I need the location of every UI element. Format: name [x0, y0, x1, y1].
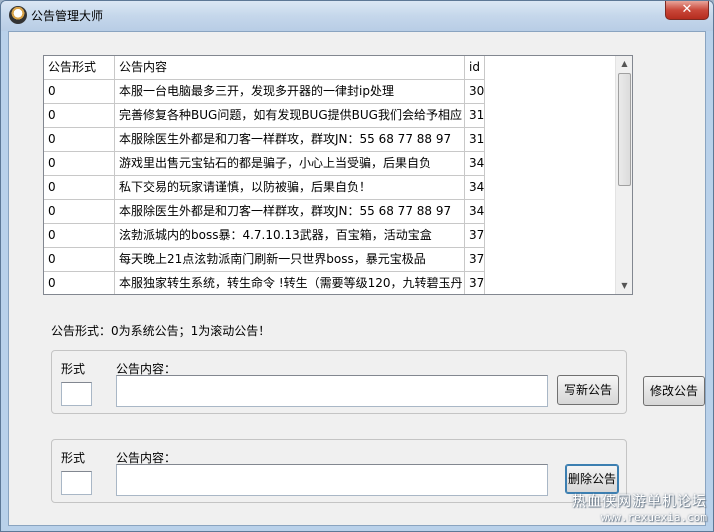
table-row[interactable]: 0 本服一台电脑最多三开，发现多开器的一律封ip处理 30: [44, 80, 485, 104]
cell-content[interactable]: 私下交易的玩家请谨慎，以防被骗，后果自负！: [115, 176, 465, 200]
title-bar[interactable]: 公告管理大师 ✕: [1, 1, 713, 31]
cell-content[interactable]: 本服独家转生系统，转生命令 !转生（需要等级120，九转碧玉丹: [115, 272, 465, 294]
cell-content[interactable]: 本服除医生外都是和刀客一样群攻，群攻JN：55 68 77 88 97: [115, 200, 465, 224]
edit-group: 形式 公告内容： 写新公告: [51, 350, 627, 414]
table-row[interactable]: 0 本服除医生外都是和刀客一样群攻，群攻JN：55 68 77 88 97 34: [44, 200, 485, 224]
table-vertical-scrollbar[interactable]: ▲ ▼: [615, 56, 632, 294]
watermark-title: 热血侠网游单机论坛: [572, 494, 707, 510]
scroll-down-arrow-icon[interactable]: ▼: [617, 278, 632, 294]
cell-content[interactable]: 游戏里出售元宝钻石的都是骗子，小心上当受骗，后果自负: [115, 152, 465, 176]
window-title: 公告管理大师: [31, 9, 104, 23]
content-input-delete[interactable]: [116, 464, 548, 496]
cell-type[interactable]: 0: [44, 128, 115, 152]
table-empty-area: [485, 56, 615, 294]
cell-content[interactable]: 每天晚上21点泫勃派南门刷新一只世界boss，暴元宝极品: [115, 248, 465, 272]
table-row[interactable]: 0 完善修复各种BUG问题，如有发现BUG提供BUG我们会给予相应 31: [44, 104, 485, 128]
table-row[interactable]: 0 本服独家转生系统，转生命令 !转生（需要等级120，九转碧玉丹 37: [44, 272, 485, 294]
watermark-url: www.rexuexia.com: [601, 511, 707, 524]
cell-id[interactable]: 30: [465, 80, 485, 104]
column-header-id[interactable]: id: [465, 56, 485, 80]
app-window: 公告管理大师 ✕ 公告形式 公告内容 id 0 本服一台电脑最多三开，发现多开器的…: [0, 0, 714, 532]
table-body: 0 本服一台电脑最多三开，发现多开器的一律封ip处理 30 0 完善修复各种BUG问题，…: [44, 80, 485, 294]
content-input[interactable]: [116, 375, 548, 407]
app-icon: [9, 6, 27, 24]
cell-type[interactable]: 0: [44, 272, 115, 294]
cell-type[interactable]: 0: [44, 248, 115, 272]
watermark: 热血侠网游单机论坛 www.rexuexia.com: [572, 495, 707, 525]
scroll-up-arrow-icon[interactable]: ▲: [617, 56, 632, 72]
cell-type[interactable]: 0: [44, 104, 115, 128]
delete-announcement-button[interactable]: 删除公告: [565, 464, 619, 494]
type-input-delete[interactable]: [61, 471, 92, 495]
cell-type[interactable]: 0: [44, 224, 115, 248]
cell-id[interactable]: 37: [465, 224, 485, 248]
delete-group: 形式 公告内容： 删除公告: [51, 439, 627, 503]
type-label-delete: 形式: [61, 451, 86, 465]
announcement-table[interactable]: 公告形式 公告内容 id 0 本服一台电脑最多三开，发现多开器的一律封ip处理 30…: [43, 55, 633, 295]
table-row[interactable]: 0 泫勃派城内的boss暴：4.7.10.13武器，百宝箱，活动宝盒 37: [44, 224, 485, 248]
cell-id[interactable]: 34: [465, 176, 485, 200]
table-row[interactable]: 0 游戏里出售元宝钻石的都是骗子，小心上当受骗，后果自负 34: [44, 152, 485, 176]
column-header-content[interactable]: 公告内容: [115, 56, 465, 80]
type-hint-text: 公告形式：0为系统公告；1为滚动公告！: [51, 324, 271, 338]
cell-id[interactable]: 37: [465, 272, 485, 294]
client-area: 公告形式 公告内容 id 0 本服一台电脑最多三开，发现多开器的一律封ip处理 30…: [8, 31, 706, 526]
cell-id[interactable]: 34: [465, 200, 485, 224]
cell-id[interactable]: 37: [465, 248, 485, 272]
cell-type[interactable]: 0: [44, 152, 115, 176]
cell-content[interactable]: 本服一台电脑最多三开，发现多开器的一律封ip处理: [115, 80, 465, 104]
cell-content[interactable]: 完善修复各种BUG问题，如有发现BUG提供BUG我们会给予相应: [115, 104, 465, 128]
cell-content[interactable]: 本服除医生外都是和刀客一样群攻，群攻JN：55 68 77 88 97: [115, 128, 465, 152]
cell-id[interactable]: 34: [465, 152, 485, 176]
add-announcement-button[interactable]: 写新公告: [557, 375, 619, 405]
column-header-type[interactable]: 公告形式: [44, 56, 115, 80]
cell-type[interactable]: 0: [44, 80, 115, 104]
table-header: 公告形式 公告内容 id: [44, 56, 485, 80]
type-label: 形式: [61, 362, 86, 376]
table-row[interactable]: 0 私下交易的玩家请谨慎，以防被骗，后果自负！ 34: [44, 176, 485, 200]
cell-content[interactable]: 泫勃派城内的boss暴：4.7.10.13武器，百宝箱，活动宝盒: [115, 224, 465, 248]
type-input[interactable]: [61, 382, 92, 406]
table-row[interactable]: 0 每天晚上21点泫勃派南门刷新一只世界boss，暴元宝极品 37: [44, 248, 485, 272]
scroll-thumb[interactable]: [618, 73, 631, 186]
cell-id[interactable]: 31: [465, 104, 485, 128]
cell-id[interactable]: 31: [465, 128, 485, 152]
close-button[interactable]: ✕: [665, 1, 709, 20]
edit-announcement-button[interactable]: 修改公告: [643, 376, 705, 406]
cell-type[interactable]: 0: [44, 200, 115, 224]
table-row[interactable]: 0 本服除医生外都是和刀客一样群攻，群攻JN：55 68 77 88 97 31: [44, 128, 485, 152]
cell-type[interactable]: 0: [44, 176, 115, 200]
